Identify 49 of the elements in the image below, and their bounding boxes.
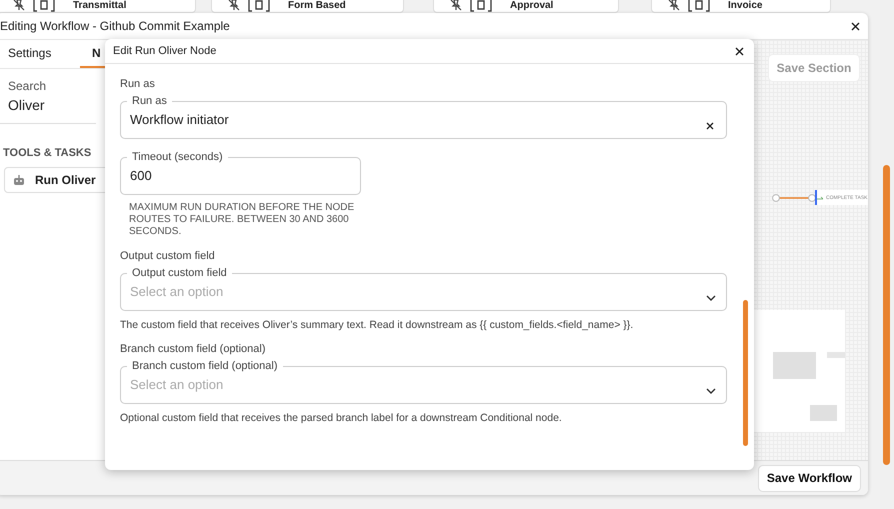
search-field[interactable]: Search Oliver	[0, 79, 96, 124]
chevron-down-icon	[706, 388, 716, 394]
placeholder-text: Select an option	[130, 376, 224, 394]
field-label: Run as	[131, 95, 168, 107]
field-value: 600	[130, 167, 152, 185]
input-field[interactable]: Run as Workflow initiator	[120, 95, 727, 139]
close-icon[interactable]	[851, 22, 860, 30]
field-value: Workflow initiator	[130, 111, 229, 129]
field-label: Branch custom field (optional)	[131, 360, 279, 372]
pin-slash-icon	[228, 0, 240, 11]
save-workflow-button[interactable]: Save Workflow	[758, 464, 861, 492]
helper-text: The custom field that receives Oliver’s summary text. Read it downstream as {{ custom_fields.<field_name> }}.	[120, 319, 634, 331]
section-label: Branch custom field (optional)	[120, 343, 266, 355]
card-title: Invoice	[728, 0, 762, 12]
clear-icon[interactable]	[706, 122, 714, 130]
bracket-icon	[33, 0, 55, 12]
input-field[interactable]: Branch custom field (optional) Select an option	[120, 360, 727, 404]
field-label: Timeout (seconds)	[131, 151, 224, 163]
field-label: Output custom field	[131, 267, 228, 279]
bracket-icon	[470, 0, 492, 12]
section-label: Run as	[120, 78, 155, 90]
close-icon[interactable]	[735, 46, 744, 56]
connector-line	[772, 193, 816, 203]
dialog-title: Edit Run Oliver Node	[113, 45, 216, 57]
robot-icon	[13, 175, 25, 185]
pin-slash-icon	[13, 0, 25, 11]
bracket-icon	[688, 0, 710, 12]
placeholder-text: Select an option	[130, 283, 224, 301]
input-field[interactable]: Timeout (seconds) 600	[120, 151, 361, 195]
template-card[interactable]: Approval	[433, 0, 619, 13]
template-card[interactable]: Transmittal	[0, 0, 196, 13]
pin-slash-icon	[668, 0, 680, 11]
section-label: Output custom field	[120, 250, 215, 262]
card-title: Approval	[510, 0, 554, 12]
chevron-down-icon	[706, 295, 716, 301]
field-value: Oliver	[8, 97, 46, 113]
pin-slash-icon	[450, 0, 462, 11]
template-card[interactable]: Invoice	[651, 0, 831, 13]
field-label: Search	[8, 79, 48, 93]
card-title: Form Based	[288, 0, 346, 12]
window-title: Editing Workflow - Github Commit Example	[0, 19, 230, 33]
tab[interactable]: Settings	[0, 40, 72, 68]
section-heading: TOOLS & TASKS	[3, 147, 92, 159]
input-field[interactable]: Output custom field Select an option	[120, 267, 727, 311]
card-title: Transmittal	[73, 0, 126, 12]
bracket-icon	[248, 0, 270, 12]
helper-text: Optional custom field that receives the parsed branch label for a downstream Conditional node.	[120, 412, 562, 424]
helper-text: MAXIMUM RUN DURATION BEFORE THE NODE ROUTES TO FAILURE. BETWEEN 30 AND 3600 SECONDS.	[128, 202, 356, 238]
template-card[interactable]: Form Based	[211, 0, 404, 13]
